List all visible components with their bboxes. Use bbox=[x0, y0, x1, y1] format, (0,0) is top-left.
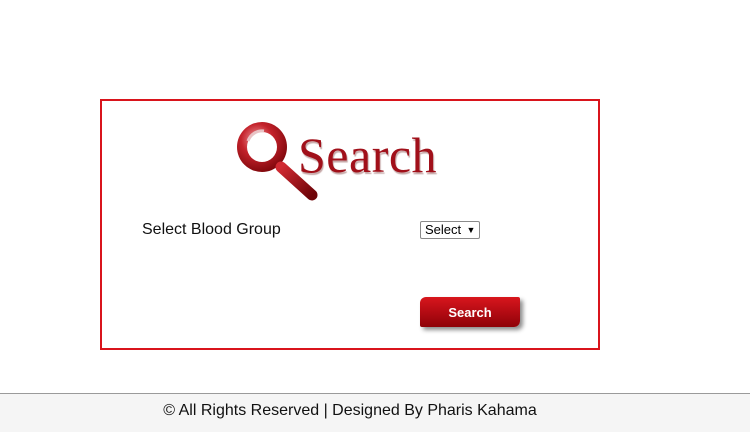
blood-group-select[interactable]: Select ▼ bbox=[420, 221, 480, 239]
search-logo: Search bbox=[234, 119, 464, 203]
logo-text: Search bbox=[298, 127, 438, 183]
blood-group-selected-value: Select bbox=[425, 222, 462, 237]
triangle-down-icon: ▼ bbox=[466, 225, 476, 235]
search-button[interactable]: Search bbox=[420, 297, 520, 327]
search-panel: Search Select Blood Group Select ▼ Searc… bbox=[100, 99, 600, 350]
blood-group-label: Select Blood Group bbox=[142, 221, 281, 238]
footer: © All Rights Reserved | Designed By Phar… bbox=[0, 394, 750, 432]
footer-text: © All Rights Reserved | Designed By Phar… bbox=[163, 402, 537, 419]
page: Search Select Blood Group Select ▼ Searc… bbox=[0, 0, 750, 432]
